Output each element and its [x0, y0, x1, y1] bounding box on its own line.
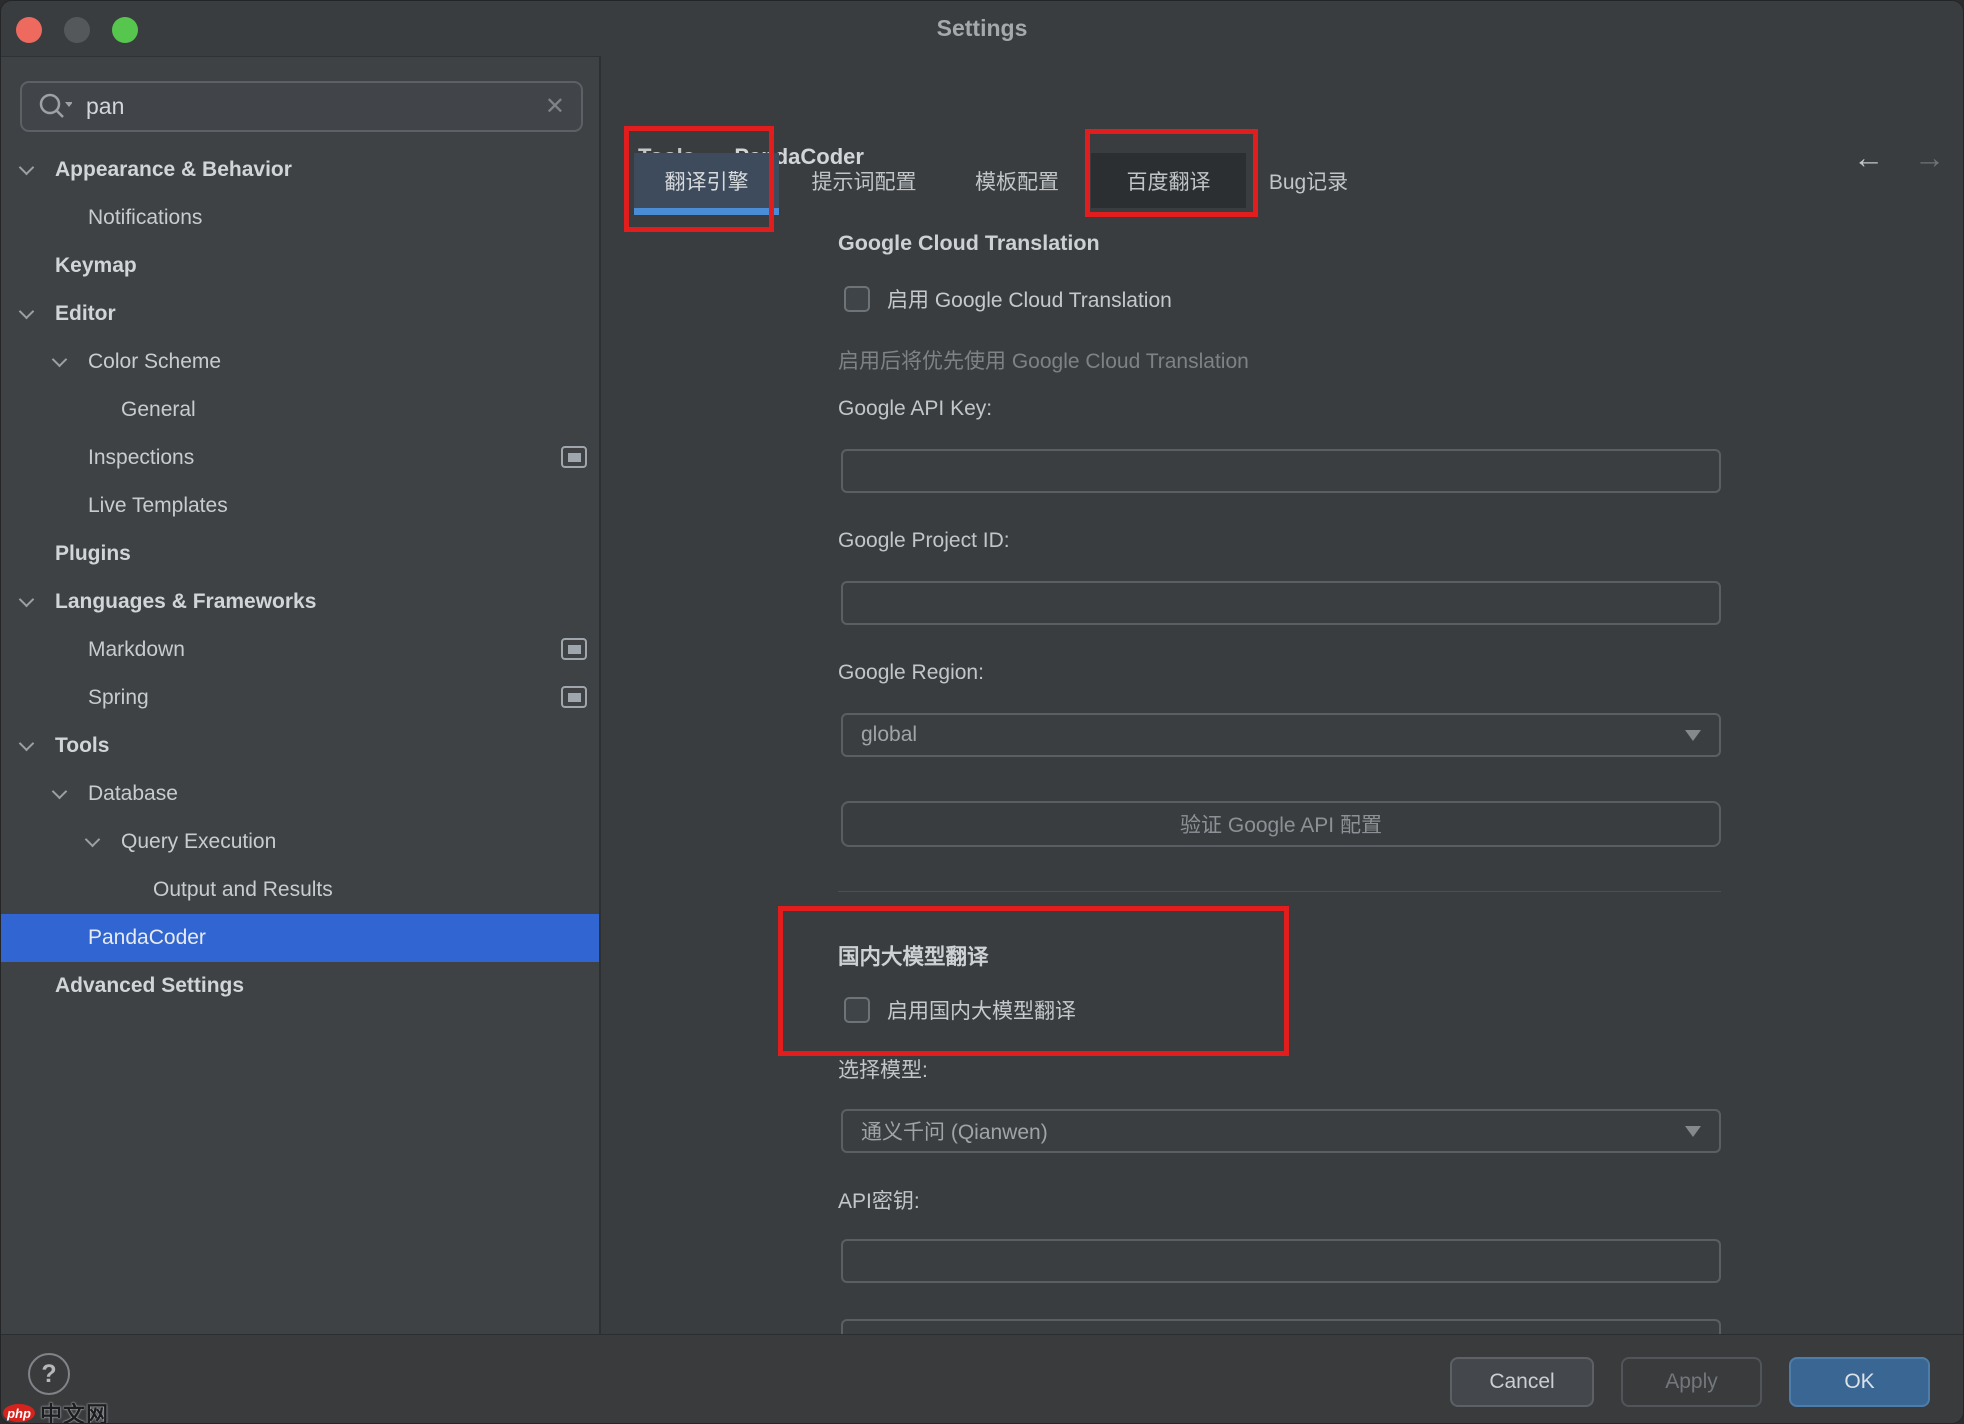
api-secret-label: API密钥: [838, 1185, 920, 1215]
google-region-value: global [861, 723, 1685, 747]
sidebar-item-notifications[interactable]: Notifications [1, 194, 601, 242]
modified-settings-icon [561, 446, 587, 468]
model-select-dropdown[interactable]: 通义千问 (Qianwen) [841, 1109, 1721, 1153]
annotation-box-baidu-tab [1085, 129, 1258, 217]
clipped-bottom-input[interactable] [841, 1319, 1721, 1334]
enable-google-checkbox[interactable] [844, 286, 870, 312]
ok-button[interactable]: OK [1789, 1357, 1930, 1407]
tab-bug-log[interactable]: Bug记录 [1256, 153, 1361, 208]
api-secret-input[interactable] [841, 1239, 1721, 1283]
google-region-dropdown[interactable]: global [841, 713, 1721, 757]
sidebar-item-plugins[interactable]: Plugins [1, 530, 601, 578]
google-region-label: Google Region: [838, 661, 984, 685]
settings-search-box[interactable]: ✕ [20, 81, 583, 132]
dialog-footer: ? Cancel Apply OK [1, 1334, 1963, 1424]
title-bar: Settings [1, 1, 1963, 56]
tab-template-config[interactable]: 模板配置 [968, 153, 1066, 208]
clear-search-icon[interactable]: ✕ [545, 95, 565, 119]
google-hint-text: 启用后将优先使用 Google Cloud Translation [838, 345, 1249, 375]
chevron-down-icon[interactable] [21, 743, 55, 749]
php-logo-icon: php [3, 1404, 35, 1422]
sidebar-item-markdown[interactable]: Markdown [1, 626, 601, 674]
chevron-down-icon[interactable] [21, 311, 55, 317]
window-title: Settings [1, 15, 1963, 42]
sidebar-item-color-scheme[interactable]: Color Scheme [1, 338, 601, 386]
sidebar-item-database[interactable]: Database [1, 770, 601, 818]
chevron-down-icon[interactable] [21, 599, 55, 605]
sidebar-item-live-templates[interactable]: Live Templates [1, 482, 601, 530]
sidebar-item-inspections[interactable]: Inspections [1, 434, 601, 482]
watermark-text: 中文网 [40, 1397, 109, 1424]
settings-sidebar: ✕ Appearance & Behavior Notifications Ke… [1, 56, 601, 1334]
sidebar-item-keymap[interactable]: Keymap [1, 242, 601, 290]
modified-settings-icon [561, 686, 587, 708]
back-arrow-icon[interactable]: ← [1853, 140, 1884, 176]
google-project-id-input[interactable] [841, 581, 1721, 625]
google-api-key-input[interactable] [841, 449, 1721, 493]
sidebar-item-advanced-settings[interactable]: Advanced Settings [1, 962, 601, 1010]
sidebar-item-editor[interactable]: Editor [1, 290, 601, 338]
settings-tree: Appearance & Behavior Notifications Keym… [1, 146, 601, 1010]
chevron-down-icon[interactable] [21, 167, 55, 173]
sidebar-item-spring[interactable]: Spring [1, 674, 601, 722]
sidebar-item-query-execution[interactable]: Query Execution [1, 818, 601, 866]
annotation-box-domestic-section [778, 906, 1289, 1056]
cancel-button[interactable]: Cancel [1450, 1357, 1594, 1407]
sidebar-item-general[interactable]: General [1, 386, 601, 434]
verify-google-api-button[interactable]: 验证 Google API 配置 [841, 801, 1721, 847]
settings-content-pane: Tools › PandaCoder ← → 翻译引擎 提示词配置 模板配置 百… [601, 56, 1964, 1334]
chevron-down-icon [1685, 730, 1701, 741]
enable-google-label[interactable]: 启用 Google Cloud Translation [887, 284, 1172, 314]
chevron-down-icon[interactable] [54, 791, 88, 797]
google-api-key-label: Google API Key: [838, 397, 992, 421]
chevron-down-icon [1685, 1126, 1701, 1137]
chevron-down-icon[interactable] [54, 359, 88, 365]
sidebar-item-languages-frameworks[interactable]: Languages & Frameworks [1, 578, 601, 626]
annotation-box-translation-engine-tab [624, 126, 774, 232]
google-section-header: Google Cloud Translation [838, 231, 1100, 256]
section-divider [838, 891, 1721, 892]
tab-prompt-config[interactable]: 提示词配置 [803, 153, 925, 208]
search-input[interactable] [86, 93, 545, 120]
sidebar-item-pandacoder[interactable]: PandaCoder [1, 914, 601, 962]
model-select-label: 选择模型: [838, 1054, 928, 1084]
settings-window: Settings ✕ Appearance & Behavior Notific… [0, 0, 1964, 1424]
apply-button[interactable]: Apply [1621, 1357, 1762, 1407]
help-button[interactable]: ? [28, 1353, 70, 1395]
php-cn-watermark: php 中文网 [3, 1397, 109, 1424]
forward-arrow-icon: → [1914, 140, 1945, 176]
sidebar-item-output-and-results[interactable]: Output and Results [1, 866, 601, 914]
sidebar-item-appearance-behavior[interactable]: Appearance & Behavior [1, 146, 601, 194]
chevron-down-icon[interactable] [87, 839, 121, 845]
modified-settings-icon [561, 638, 587, 660]
sidebar-item-tools[interactable]: Tools [1, 722, 601, 770]
google-project-id-label: Google Project ID: [838, 529, 1010, 553]
search-icon [38, 92, 72, 122]
enable-google-row: 启用 Google Cloud Translation [844, 284, 1172, 314]
model-select-value: 通义千问 (Qianwen) [861, 1116, 1685, 1146]
